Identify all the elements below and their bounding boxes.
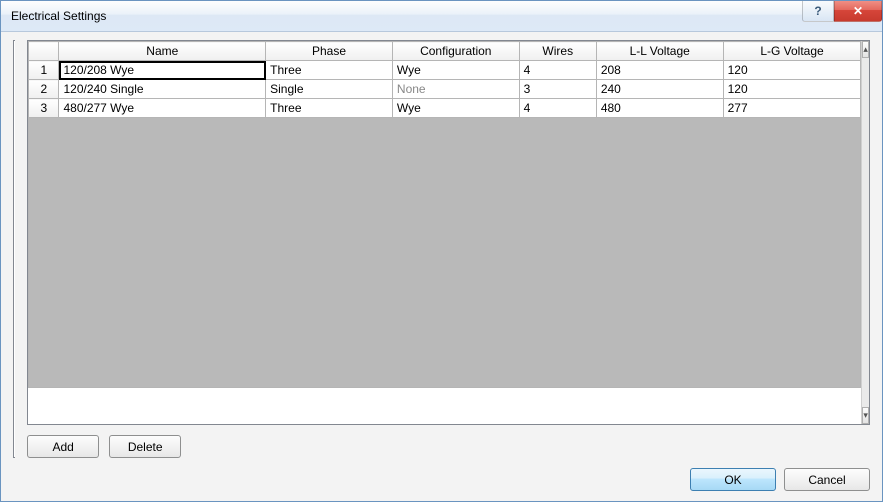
row-header[interactable]: 2 [29, 80, 59, 99]
dialog-window: Electrical Settings ? ✕ ······Hidden Lin… [0, 0, 883, 502]
cell-ll[interactable]: 240 [596, 80, 723, 99]
table-row[interactable]: 2 120/240 Single Single None 3 240 120 [29, 80, 861, 99]
content-panel: Name Phase Configuration Wires L-L Volta… [27, 40, 870, 458]
grid-corner[interactable] [29, 42, 59, 61]
scroll-down-icon[interactable]: ▾ [862, 407, 869, 424]
grid-empty-area [29, 118, 861, 388]
scroll-track[interactable] [862, 58, 869, 407]
dialog-body: ······Hidden Line ······General ······An… [1, 32, 882, 501]
help-button[interactable]: ? [802, 1, 834, 22]
col-header-lg[interactable]: L-G Voltage [723, 42, 861, 61]
cell-name[interactable]: 120/208 Wye [59, 61, 266, 80]
cell-wires[interactable]: 4 [519, 61, 596, 80]
row-header[interactable]: 1 [29, 61, 59, 80]
main-row: ······Hidden Line ······General ······An… [13, 40, 870, 458]
cell-config[interactable]: None [392, 80, 519, 99]
close-button[interactable]: ✕ [834, 1, 882, 22]
cell-wires[interactable]: 3 [519, 80, 596, 99]
cell-phase[interactable]: Three [266, 61, 393, 80]
cell-phase[interactable]: Three [266, 99, 393, 118]
vertical-scrollbar[interactable]: ▴ ▾ [861, 41, 869, 424]
nav-tree[interactable]: ······Hidden Line ······General ······An… [13, 40, 15, 458]
cell-name[interactable]: 480/277 Wye [59, 99, 266, 118]
titlebar[interactable]: Electrical Settings ? ✕ [1, 1, 882, 32]
cancel-button[interactable]: Cancel [784, 468, 870, 491]
window-buttons: ? ✕ [802, 1, 882, 22]
cell-name[interactable]: 120/240 Single [59, 80, 266, 99]
cell-lg[interactable]: 277 [723, 99, 861, 118]
row-header[interactable]: 3 [29, 99, 59, 118]
cell-config[interactable]: Wye [392, 61, 519, 80]
col-header-config[interactable]: Configuration [392, 42, 519, 61]
grid-button-row: Add Delete [27, 425, 870, 458]
ok-button[interactable]: OK [690, 468, 776, 491]
col-header-ll[interactable]: L-L Voltage [596, 42, 723, 61]
cell-lg[interactable]: 120 [723, 61, 861, 80]
delete-button[interactable]: Delete [109, 435, 181, 458]
col-header-phase[interactable]: Phase [266, 42, 393, 61]
cell-config[interactable]: Wye [392, 99, 519, 118]
add-button[interactable]: Add [27, 435, 99, 458]
close-icon: ✕ [853, 4, 863, 18]
table-row[interactable]: 3 480/277 Wye Three Wye 4 480 277 [29, 99, 861, 118]
cell-ll[interactable]: 208 [596, 61, 723, 80]
data-grid[interactable]: Name Phase Configuration Wires L-L Volta… [27, 40, 870, 425]
dialog-footer: OK Cancel [13, 458, 870, 491]
window-title: Electrical Settings [11, 9, 106, 23]
table-row[interactable]: 1 120/208 Wye Three Wye 4 208 120 [29, 61, 861, 80]
col-header-name[interactable]: Name [59, 42, 266, 61]
cell-lg[interactable]: 120 [723, 80, 861, 99]
cell-wires[interactable]: 4 [519, 99, 596, 118]
scroll-up-icon[interactable]: ▴ [862, 41, 869, 58]
cell-ll[interactable]: 480 [596, 99, 723, 118]
col-header-wires[interactable]: Wires [519, 42, 596, 61]
cell-phase[interactable]: Single [266, 80, 393, 99]
help-icon: ? [814, 4, 821, 18]
